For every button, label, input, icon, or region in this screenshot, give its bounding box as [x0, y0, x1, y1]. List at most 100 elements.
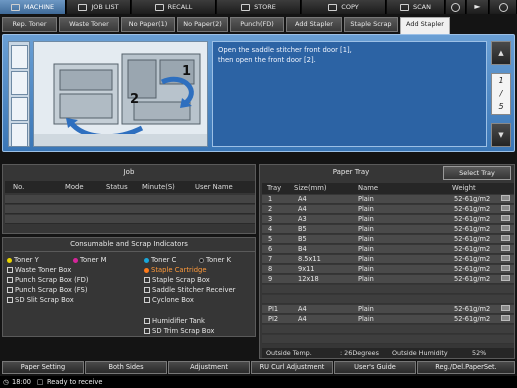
tab-recall-label: RECALL	[167, 3, 193, 11]
tray-row[interactable]: 2 A4 Plain 52-61g/m2	[262, 205, 514, 214]
tray-id: PI2	[268, 315, 279, 323]
job-row[interactable]	[5, 215, 255, 224]
paper-stack-icon	[501, 315, 510, 321]
job-col-minutes: Minute(S)	[142, 183, 175, 191]
ru-curl-adjustment-button[interactable]: RU Curl Adjustment	[251, 361, 333, 374]
alert-tab-staple-scrap[interactable]: Staple Scrap	[344, 17, 398, 32]
staple-cartridge-icon	[144, 267, 149, 273]
indicator-label: Cyclone Box	[152, 296, 194, 304]
tray-weight: 52-61g/m2	[454, 245, 491, 253]
volume-button[interactable]: ►	[467, 0, 489, 14]
tray-row[interactable]: PI2 A4 Plain 52-61g/m2	[262, 315, 514, 324]
alert-tab-punch-fd[interactable]: Punch(FD)	[230, 17, 284, 32]
indicator-label: Toner Y	[14, 256, 39, 264]
alert-tab-no-paper-1[interactable]: No Paper(1)	[121, 17, 175, 32]
staple-scrap-icon	[144, 277, 150, 283]
tray-row[interactable]: PI1 A4 Plain 52-61g/m2	[262, 305, 514, 314]
alert-tab-add-stapler-active[interactable]: Add Stapler	[400, 17, 450, 35]
page-up-button[interactable]: ▲	[491, 41, 511, 65]
tray-size: B5	[298, 225, 307, 233]
step-thumbnail[interactable]	[11, 45, 28, 69]
tab-copy[interactable]: COPY	[302, 0, 386, 14]
tray-paper-name: Plain	[358, 255, 374, 263]
tray-weight: 52-61g/m2	[454, 315, 491, 323]
job-row[interactable]	[5, 205, 255, 214]
tray-weight: 52-61g/m2	[454, 215, 491, 223]
tray-id: 3	[268, 215, 273, 223]
step-thumbnail[interactable]	[11, 71, 28, 95]
tray-id: PI1	[268, 305, 279, 313]
tray-row[interactable]: 3 A3 Plain 52-61g/m2	[262, 215, 514, 224]
indicator-label: Punch Scrap Box (FS)	[15, 286, 88, 294]
tray-row[interactable]: 7 8.5x11 Plain 52-61g/m2	[262, 255, 514, 264]
page-separator: /	[499, 89, 503, 98]
tray-row[interactable]: 9 12x18 Plain 52-61g/m2	[262, 275, 514, 284]
indicator-saddle-stitcher-receiver: Saddle Stitcher Receiver	[144, 286, 235, 294]
step-thumbnail[interactable]	[11, 97, 28, 121]
step-thumbnail[interactable]	[11, 123, 28, 147]
machine-icon	[10, 3, 20, 11]
tray-row-empty	[262, 295, 514, 304]
tab-job-list[interactable]: JOB LIST	[67, 0, 131, 14]
sd-slit-scrap-icon	[7, 297, 13, 303]
outside-humidity-value: 52%	[472, 349, 487, 357]
page-current: 1	[498, 76, 504, 85]
tab-job-list-label: JOB LIST	[91, 3, 119, 11]
tab-store[interactable]: STORE	[217, 0, 301, 14]
alert-tab-waste-toner[interactable]: Waste Toner	[59, 17, 119, 32]
indicator-punch-scrap-fd: Punch Scrap Box (FD)	[7, 276, 89, 284]
indicator-toner-c: Toner C	[144, 256, 176, 264]
job-col-mode: Mode	[65, 183, 84, 191]
toner-k-icon	[199, 257, 204, 263]
job-col-user-name: User Name	[195, 183, 233, 191]
indicator-label: Toner M	[80, 256, 107, 264]
adjustment-button[interactable]: Adjustment	[168, 361, 250, 374]
settings-button[interactable]	[446, 0, 466, 14]
paper-tray-panel: Paper Tray Select Tray Tray Size(mm) Nam…	[259, 164, 515, 359]
reg-del-paperset-button[interactable]: Reg./Del.PaperSet.	[417, 361, 515, 374]
select-tray-button[interactable]: Select Tray	[443, 166, 511, 180]
tab-machine[interactable]: MACHINE	[0, 0, 66, 14]
alert-tab-no-paper-2[interactable]: No Paper(2)	[177, 17, 228, 32]
tray-row[interactable]: 5 B5 Plain 52-61g/m2	[262, 235, 514, 244]
tab-scan[interactable]: SCAN	[387, 0, 445, 14]
indicator-punch-scrap-fs: Punch Scrap Box (FS)	[7, 286, 88, 294]
tray-weight: 52-61g/m2	[454, 255, 491, 263]
paper-setting-button[interactable]: Paper Setting	[2, 361, 84, 374]
tray-row-empty	[262, 335, 514, 344]
tab-recall[interactable]: RECALL	[132, 0, 216, 14]
indicator-label: Staple Cartridge	[151, 266, 207, 274]
tray-id: 5	[268, 235, 273, 243]
users-guide-button[interactable]: User's Guide	[334, 361, 416, 374]
paper-stack-icon	[501, 305, 510, 311]
indicator-label: Staple Scrap Box	[152, 276, 210, 284]
tray-row[interactable]: 4 B5 Plain 52-61g/m2	[262, 225, 514, 234]
tray-row[interactable]: 8 9x11 Plain 52-61g/m2	[262, 265, 514, 274]
environment-bar: Outside Temp. : 26Degrees Outside Humidi…	[262, 348, 514, 358]
tab-store-label: STORE	[254, 3, 276, 11]
tray-weight: 52-61g/m2	[454, 275, 491, 283]
page-indicator: 1 / 5	[491, 73, 511, 115]
tray-paper-name: Plain	[358, 245, 374, 253]
paper-stack-icon	[501, 275, 510, 281]
bottom-toolbar: Paper Setting Both Sides Adjustment RU C…	[0, 361, 517, 374]
job-row[interactable]	[5, 195, 255, 204]
tray-id: 9	[268, 275, 273, 283]
cyclone-box-icon	[144, 297, 150, 303]
help-button[interactable]	[490, 0, 517, 14]
tray-col-weight: Weight	[452, 184, 476, 192]
tray-id: 8	[268, 265, 273, 273]
tray-row-empty	[262, 325, 514, 334]
tray-weight: 52-61g/m2	[454, 265, 491, 273]
instruction-line: Open the saddle stitcher front door [1],	[218, 46, 352, 54]
both-sides-button[interactable]: Both Sides	[85, 361, 167, 374]
alert-tab-rep-toner[interactable]: Rep. Toner	[2, 17, 57, 32]
sd-trim-scrap-icon	[144, 328, 150, 334]
speaker-icon: ►	[474, 2, 481, 11]
paper-stack-icon	[501, 205, 510, 211]
tray-weight: 52-61g/m2	[454, 225, 491, 233]
tray-row[interactable]: 1 A4 Plain 52-61g/m2	[262, 195, 514, 204]
alert-tab-add-stapler[interactable]: Add Stapler	[286, 17, 342, 32]
tray-row[interactable]: 6 B4 Plain 52-61g/m2	[262, 245, 514, 254]
page-down-button[interactable]: ▼	[491, 123, 511, 147]
